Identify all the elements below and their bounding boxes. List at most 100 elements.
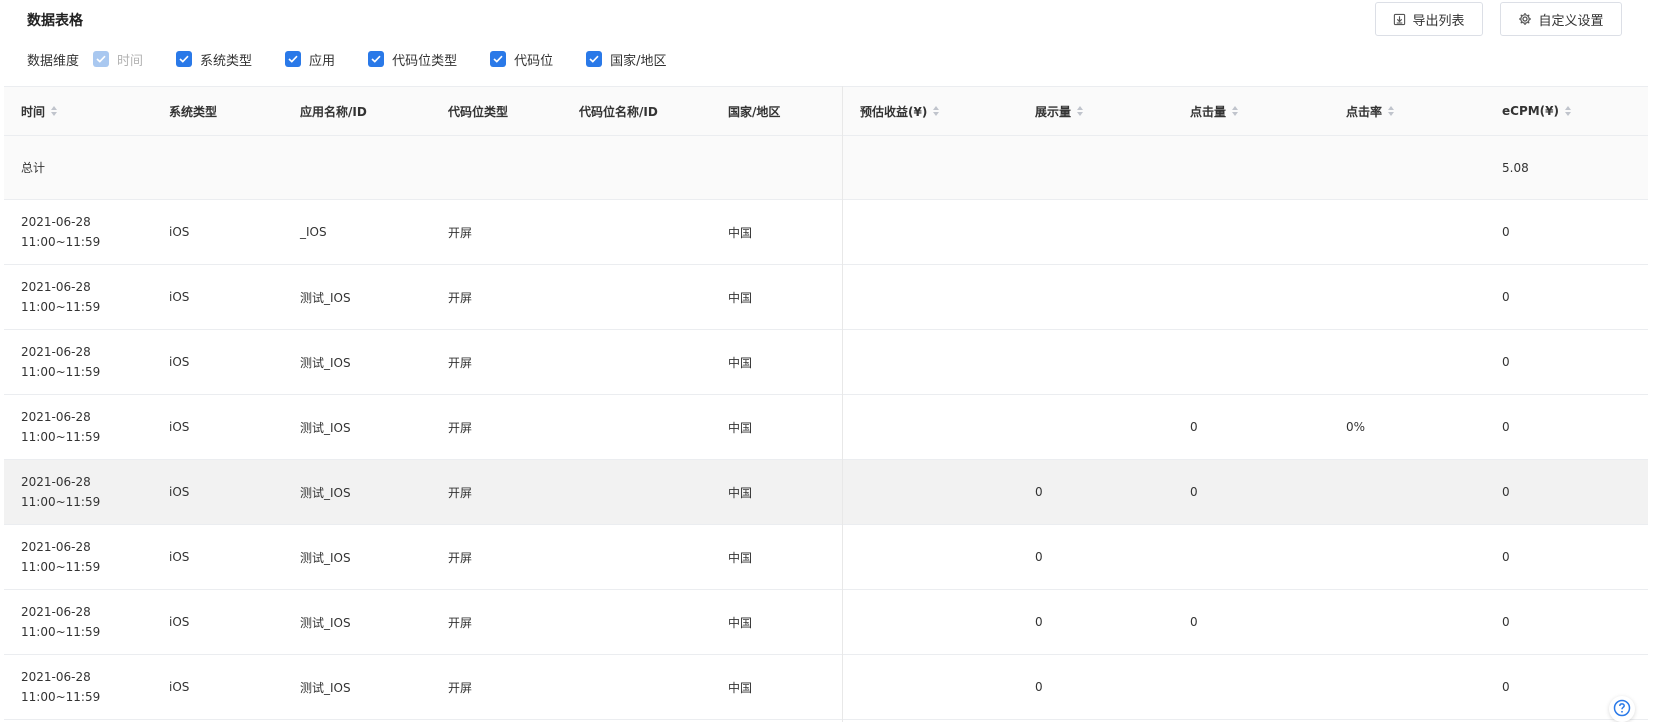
time-range-text: 11:00~11:59: [21, 560, 101, 574]
column-divider: [842, 86, 843, 722]
dimension-checkbox[interactable]: 代码位: [490, 50, 553, 69]
data-dimensions: 数据维度 时间 系统类型 应用 代码位类型 代码位 国家/地区: [27, 48, 699, 70]
time-cell: 2021-06-28 11:00~11:59: [21, 200, 100, 264]
dimension-checkbox[interactable]: 系统类型: [176, 50, 252, 69]
country-cell: 中国: [728, 615, 753, 630]
ecpm-cell: 0: [1502, 290, 1510, 304]
impressions-cell: 0: [1035, 680, 1043, 694]
slot-type-cell: 开屏: [448, 290, 473, 305]
table-row: 2021-06-28 11:00~11:59 iOS 测试_IOS 开屏 中国 0 0: [4, 655, 1648, 720]
sort-icon[interactable]: [1388, 106, 1395, 116]
gear-icon: [1518, 12, 1532, 26]
time-range-text: 11:00~11:59: [21, 690, 101, 704]
country-cell: 中国: [728, 485, 753, 500]
sort-icon[interactable]: [51, 106, 58, 116]
time-cell: 2021-06-28 11:00~11:59: [21, 525, 100, 589]
column-header[interactable]: 时间: [21, 87, 58, 135]
country-cell: 中国: [728, 550, 753, 565]
help-button[interactable]: [1609, 696, 1635, 722]
country-cell: 中国: [728, 290, 753, 305]
total-ecpm: 5.08: [1502, 160, 1529, 175]
country-cell: 中国: [728, 420, 753, 435]
column-header: 应用名称/ID: [300, 87, 367, 135]
column-header[interactable]: 点击率: [1346, 87, 1395, 135]
column-header-label: 点击率: [1346, 104, 1383, 119]
table-row: 2021-06-28 11:00~11:59 iOS 测试_IOS 开屏 中国 0 0 0: [4, 460, 1648, 525]
os-cell: iOS: [169, 290, 190, 304]
country-cell: 中国: [728, 355, 753, 370]
os-cell: iOS: [169, 225, 190, 239]
table-row: 2021-06-28 11:00~11:59 iOS 测试_IOS 开屏 中国 0: [4, 330, 1648, 395]
column-header-label: 代码位类型: [448, 104, 509, 119]
date-text: 2021-06-28: [21, 475, 91, 489]
dimension-checkbox-label: 代码位: [514, 53, 554, 69]
time-range-text: 11:00~11:59: [21, 495, 101, 509]
time-cell: 2021-06-28 11:00~11:59: [21, 460, 100, 524]
column-header[interactable]: 展示量: [1035, 87, 1084, 135]
dimension-checkbox[interactable]: 代码位类型: [368, 50, 457, 69]
app-cell: 测试_IOS: [300, 550, 351, 565]
time-cell: 2021-06-28 11:00~11:59: [21, 395, 100, 459]
ecpm-cell: 0: [1502, 680, 1510, 694]
dimension-checkbox-label: 应用: [309, 53, 336, 69]
date-text: 2021-06-28: [21, 345, 91, 359]
slot-type-cell: 开屏: [448, 485, 473, 500]
dimension-options: 时间 系统类型 应用 代码位类型 代码位 国家/地区: [93, 50, 699, 69]
app-cell: 测试_IOS: [300, 420, 351, 435]
date-text: 2021-06-28: [21, 280, 91, 294]
column-header[interactable]: 预估收益(¥): [860, 87, 940, 135]
slot-type-cell: 开屏: [448, 550, 473, 565]
check-icon: [285, 51, 302, 67]
column-header: 系统类型: [169, 87, 217, 135]
country-cell: 中国: [728, 225, 753, 240]
dimension-checkbox-label: 代码位类型: [392, 53, 458, 69]
export-list-button[interactable]: 导出列表: [1375, 2, 1483, 36]
column-header-label: 代码位名称/ID: [579, 104, 658, 119]
time-range-text: 11:00~11:59: [21, 430, 101, 444]
export-list-label: 导出列表: [1412, 13, 1465, 29]
table-row: 2021-06-28 11:00~11:59 iOS 测试_IOS 开屏 中国 0 0% 0: [4, 395, 1648, 460]
app-cell: 测试_IOS: [300, 355, 351, 370]
table-row: 2021-06-28 11:00~11:59 iOS 测试_IOS 开屏 中国 0 0: [4, 525, 1648, 590]
app-cell: 测试_IOS: [300, 615, 351, 630]
time-cell: 2021-06-28 11:00~11:59: [21, 655, 100, 719]
column-header[interactable]: eCPM(¥): [1502, 87, 1571, 135]
clicks-cell: 0: [1190, 485, 1198, 499]
dimension-checkbox-label: 系统类型: [200, 53, 253, 69]
data-table: 时间 系统类型 应用名称/ID 代码位类型 代码位名称/ID 国家/地区 预估收益(¥) 展示…: [4, 86, 1648, 720]
os-cell: iOS: [169, 680, 190, 694]
column-header: 国家/地区: [728, 87, 780, 135]
impressions-cell: 0: [1035, 485, 1043, 499]
date-text: 2021-06-28: [21, 410, 91, 424]
slot-type-cell: 开屏: [448, 615, 473, 630]
time-cell: 2021-06-28 11:00~11:59: [21, 590, 100, 654]
sort-icon[interactable]: [1232, 106, 1239, 116]
dimension-checkbox-label: 时间: [117, 53, 144, 69]
time-range-text: 11:00~11:59: [21, 300, 101, 314]
sort-icon[interactable]: [933, 106, 940, 116]
custom-settings-button[interactable]: 自定义设置: [1500, 2, 1622, 36]
ctr-cell: 0%: [1346, 420, 1366, 434]
app-cell: _IOS: [300, 225, 327, 239]
dimension-checkbox[interactable]: 应用: [285, 50, 335, 69]
download-icon: [1393, 13, 1406, 26]
dimension-checkbox[interactable]: 国家/地区: [586, 50, 666, 69]
column-header-label: 系统类型: [169, 104, 218, 119]
total-label: 总计: [21, 161, 46, 175]
check-icon: [93, 51, 110, 67]
ecpm-cell: 0: [1502, 355, 1510, 369]
time-cell: 2021-06-28 11:00~11:59: [21, 330, 100, 394]
column-header-label: 应用名称/ID: [300, 104, 367, 119]
os-cell: iOS: [169, 485, 190, 499]
column-header-label: 展示量: [1035, 104, 1072, 119]
time-cell: 2021-06-28 11:00~11:59: [21, 265, 100, 329]
column-header: 代码位类型: [448, 87, 508, 135]
table-header: 时间 系统类型 应用名称/ID 代码位类型 代码位名称/ID 国家/地区 预估收益(¥) 展示…: [4, 87, 1648, 136]
os-cell: iOS: [169, 420, 190, 434]
sort-icon[interactable]: [1077, 106, 1084, 116]
column-header-label: 时间: [21, 104, 46, 119]
column-header[interactable]: 点击量: [1190, 87, 1239, 135]
column-header-label: 预估收益(¥): [860, 104, 928, 119]
app-cell: 测试_IOS: [300, 680, 351, 695]
sort-icon[interactable]: [1565, 106, 1571, 116]
